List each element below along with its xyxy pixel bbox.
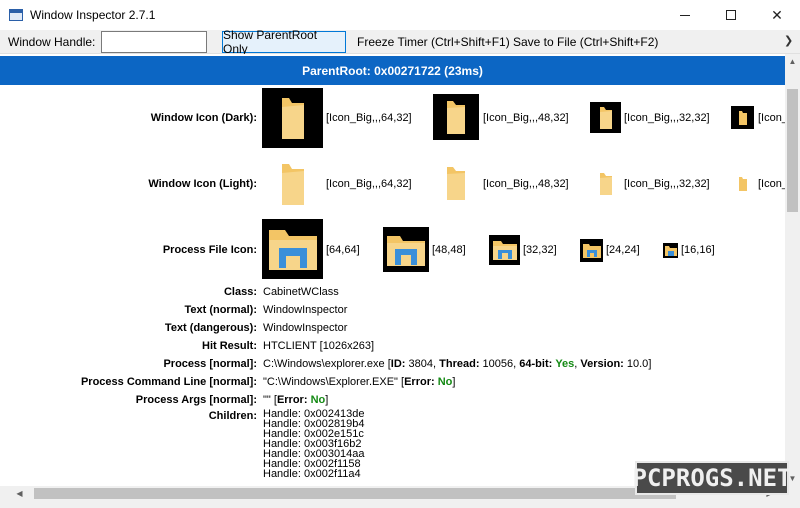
icon-dark-caption: [Icon_: [758, 112, 785, 124]
process-command-line-value: "C:\Windows\Explorer.EXE" [Error: No]: [263, 376, 456, 388]
process-label: Process [normal]:: [163, 358, 257, 370]
folder-icon: [590, 168, 621, 199]
file-explorer-icon: [580, 239, 603, 262]
window-icon-dark-label: Window Icon (Dark):: [150, 112, 257, 124]
icon-light-caption: [Icon_: [758, 178, 785, 190]
minimize-icon: [680, 14, 690, 16]
folder-icon: [262, 154, 323, 214]
cmdline-text: "C:\Windows\Explorer.EXE": [263, 376, 398, 388]
scroll-left-arrow-icon[interactable]: ◀: [12, 486, 27, 501]
process-file-icon-label: Process File Icon:: [162, 244, 257, 256]
folder-icon: [433, 94, 479, 140]
process-icon-caption: [24,24]: [606, 244, 640, 256]
args-text: "": [263, 394, 271, 406]
icon-light-caption: [Icon_Big,,,32,32]: [624, 178, 710, 190]
toolbar: Window Handle: Show ParentRoot Only Free…: [0, 28, 800, 56]
horizontal-scroll-thumb[interactable]: [34, 488, 676, 499]
window-handle-input[interactable]: [101, 31, 207, 53]
folder-icon: [731, 106, 754, 129]
parentroot-header: ParentRoot: 0x00271722 (23ms): [0, 56, 785, 85]
icon-light-caption: [Icon_Big,,,48,32]: [483, 178, 569, 190]
window-handle-label: Window Handle:: [8, 35, 96, 49]
process-args-label: Process Args [normal]:: [135, 394, 257, 406]
folder-icon: [262, 88, 323, 148]
process-icon-caption: [48,48]: [432, 244, 466, 256]
text-normal-value: WindowInspector: [263, 304, 348, 316]
class-value: CabinetWClass: [263, 286, 339, 298]
window-icon-light-label: Window Icon (Light):: [148, 178, 257, 190]
file-explorer-icon: [383, 227, 429, 272]
show-parentroot-only-button[interactable]: Show ParentRoot Only: [222, 28, 346, 56]
process-icon-caption: [32,32]: [523, 244, 557, 256]
hit-result-label: Hit Result:: [202, 340, 257, 352]
close-icon: ✕: [771, 6, 783, 23]
file-explorer-icon: [262, 219, 323, 279]
args-error: No: [310, 394, 326, 406]
inspector-content: ParentRoot: 0x00271722 (23ms) Window Ico…: [0, 54, 785, 486]
process-64bit: Yes: [555, 358, 575, 370]
text-dangerous-value: WindowInspector: [263, 322, 348, 334]
process-id-key: ID:: [390, 358, 406, 370]
close-button[interactable]: ✕: [754, 0, 800, 30]
process-value: C:\Windows\explorer.exe [ID: 3804, Threa…: [263, 358, 652, 370]
cmdline-error-key: Error:: [404, 376, 435, 388]
icon-dark-caption: [Icon_Big,,,64,32]: [326, 112, 412, 124]
process-icon-caption: [16,16]: [681, 244, 715, 256]
args-error-key: Error:: [276, 394, 308, 406]
process-thread-key: Thread:: [439, 358, 480, 370]
process-version: 10.0: [626, 358, 649, 370]
process-thread: 10056: [482, 358, 514, 370]
icon-dark-caption: [Icon_Big,,,32,32]: [624, 112, 710, 124]
text-dangerous-label: Text (dangerous):: [164, 322, 257, 334]
save-to-file-button[interactable]: Save to File (Ctrl+Shift+F2): [513, 35, 658, 49]
file-explorer-icon: [663, 243, 678, 258]
vertical-scroll-thumb[interactable]: [787, 89, 798, 212]
process-icon-caption: [64,64]: [326, 244, 360, 256]
process-version-key: Version:: [580, 358, 624, 370]
text-normal-label: Text (normal):: [184, 304, 257, 316]
toolbar-overflow-chevron-icon[interactable]: ❯: [784, 34, 793, 47]
folder-icon: [433, 160, 479, 206]
folder-icon: [590, 102, 621, 133]
children-list: Handle: 0x002413de Handle: 0x002819b4 Ha…: [263, 409, 365, 480]
window-title: Window Inspector 2.7.1: [30, 8, 156, 22]
app-window-icon: [9, 9, 23, 21]
children-label: Children:: [208, 410, 257, 422]
file-explorer-icon: [489, 235, 520, 265]
title-bar: Window Inspector 2.7.1 ✕: [0, 0, 800, 30]
child-handle[interactable]: Handle: 0x002f11a4: [263, 469, 365, 480]
freeze-timer-button[interactable]: Freeze Timer (Ctrl+Shift+F1): [357, 35, 510, 49]
status-bar: [0, 501, 785, 508]
maximize-icon: [726, 10, 736, 20]
scroll-up-arrow-icon[interactable]: ▲: [785, 54, 800, 69]
folder-icon: [731, 172, 754, 195]
process-id: 3804: [408, 358, 434, 370]
icon-light-caption: [Icon_Big,,,64,32]: [326, 178, 412, 190]
maximize-button[interactable]: [708, 0, 754, 30]
cmdline-error: No: [437, 376, 453, 388]
hit-result-value: HTCLIENT [1026x263]: [263, 340, 375, 352]
minimize-button[interactable]: [662, 0, 708, 30]
process-command-line-label: Process Command Line [normal]:: [80, 376, 257, 388]
icon-dark-caption: [Icon_Big,,,48,32]: [483, 112, 569, 124]
process-args-value: "" [Error: No]: [263, 394, 329, 406]
class-label: Class:: [223, 286, 257, 298]
pcprogs-watermark: PCPROGS.NET: [633, 461, 791, 495]
vertical-scrollbar[interactable]: ▲ ▼: [785, 54, 800, 486]
process-64bit-key: 64-bit:: [519, 358, 553, 370]
process-path: C:\Windows\explorer.exe: [263, 358, 385, 370]
